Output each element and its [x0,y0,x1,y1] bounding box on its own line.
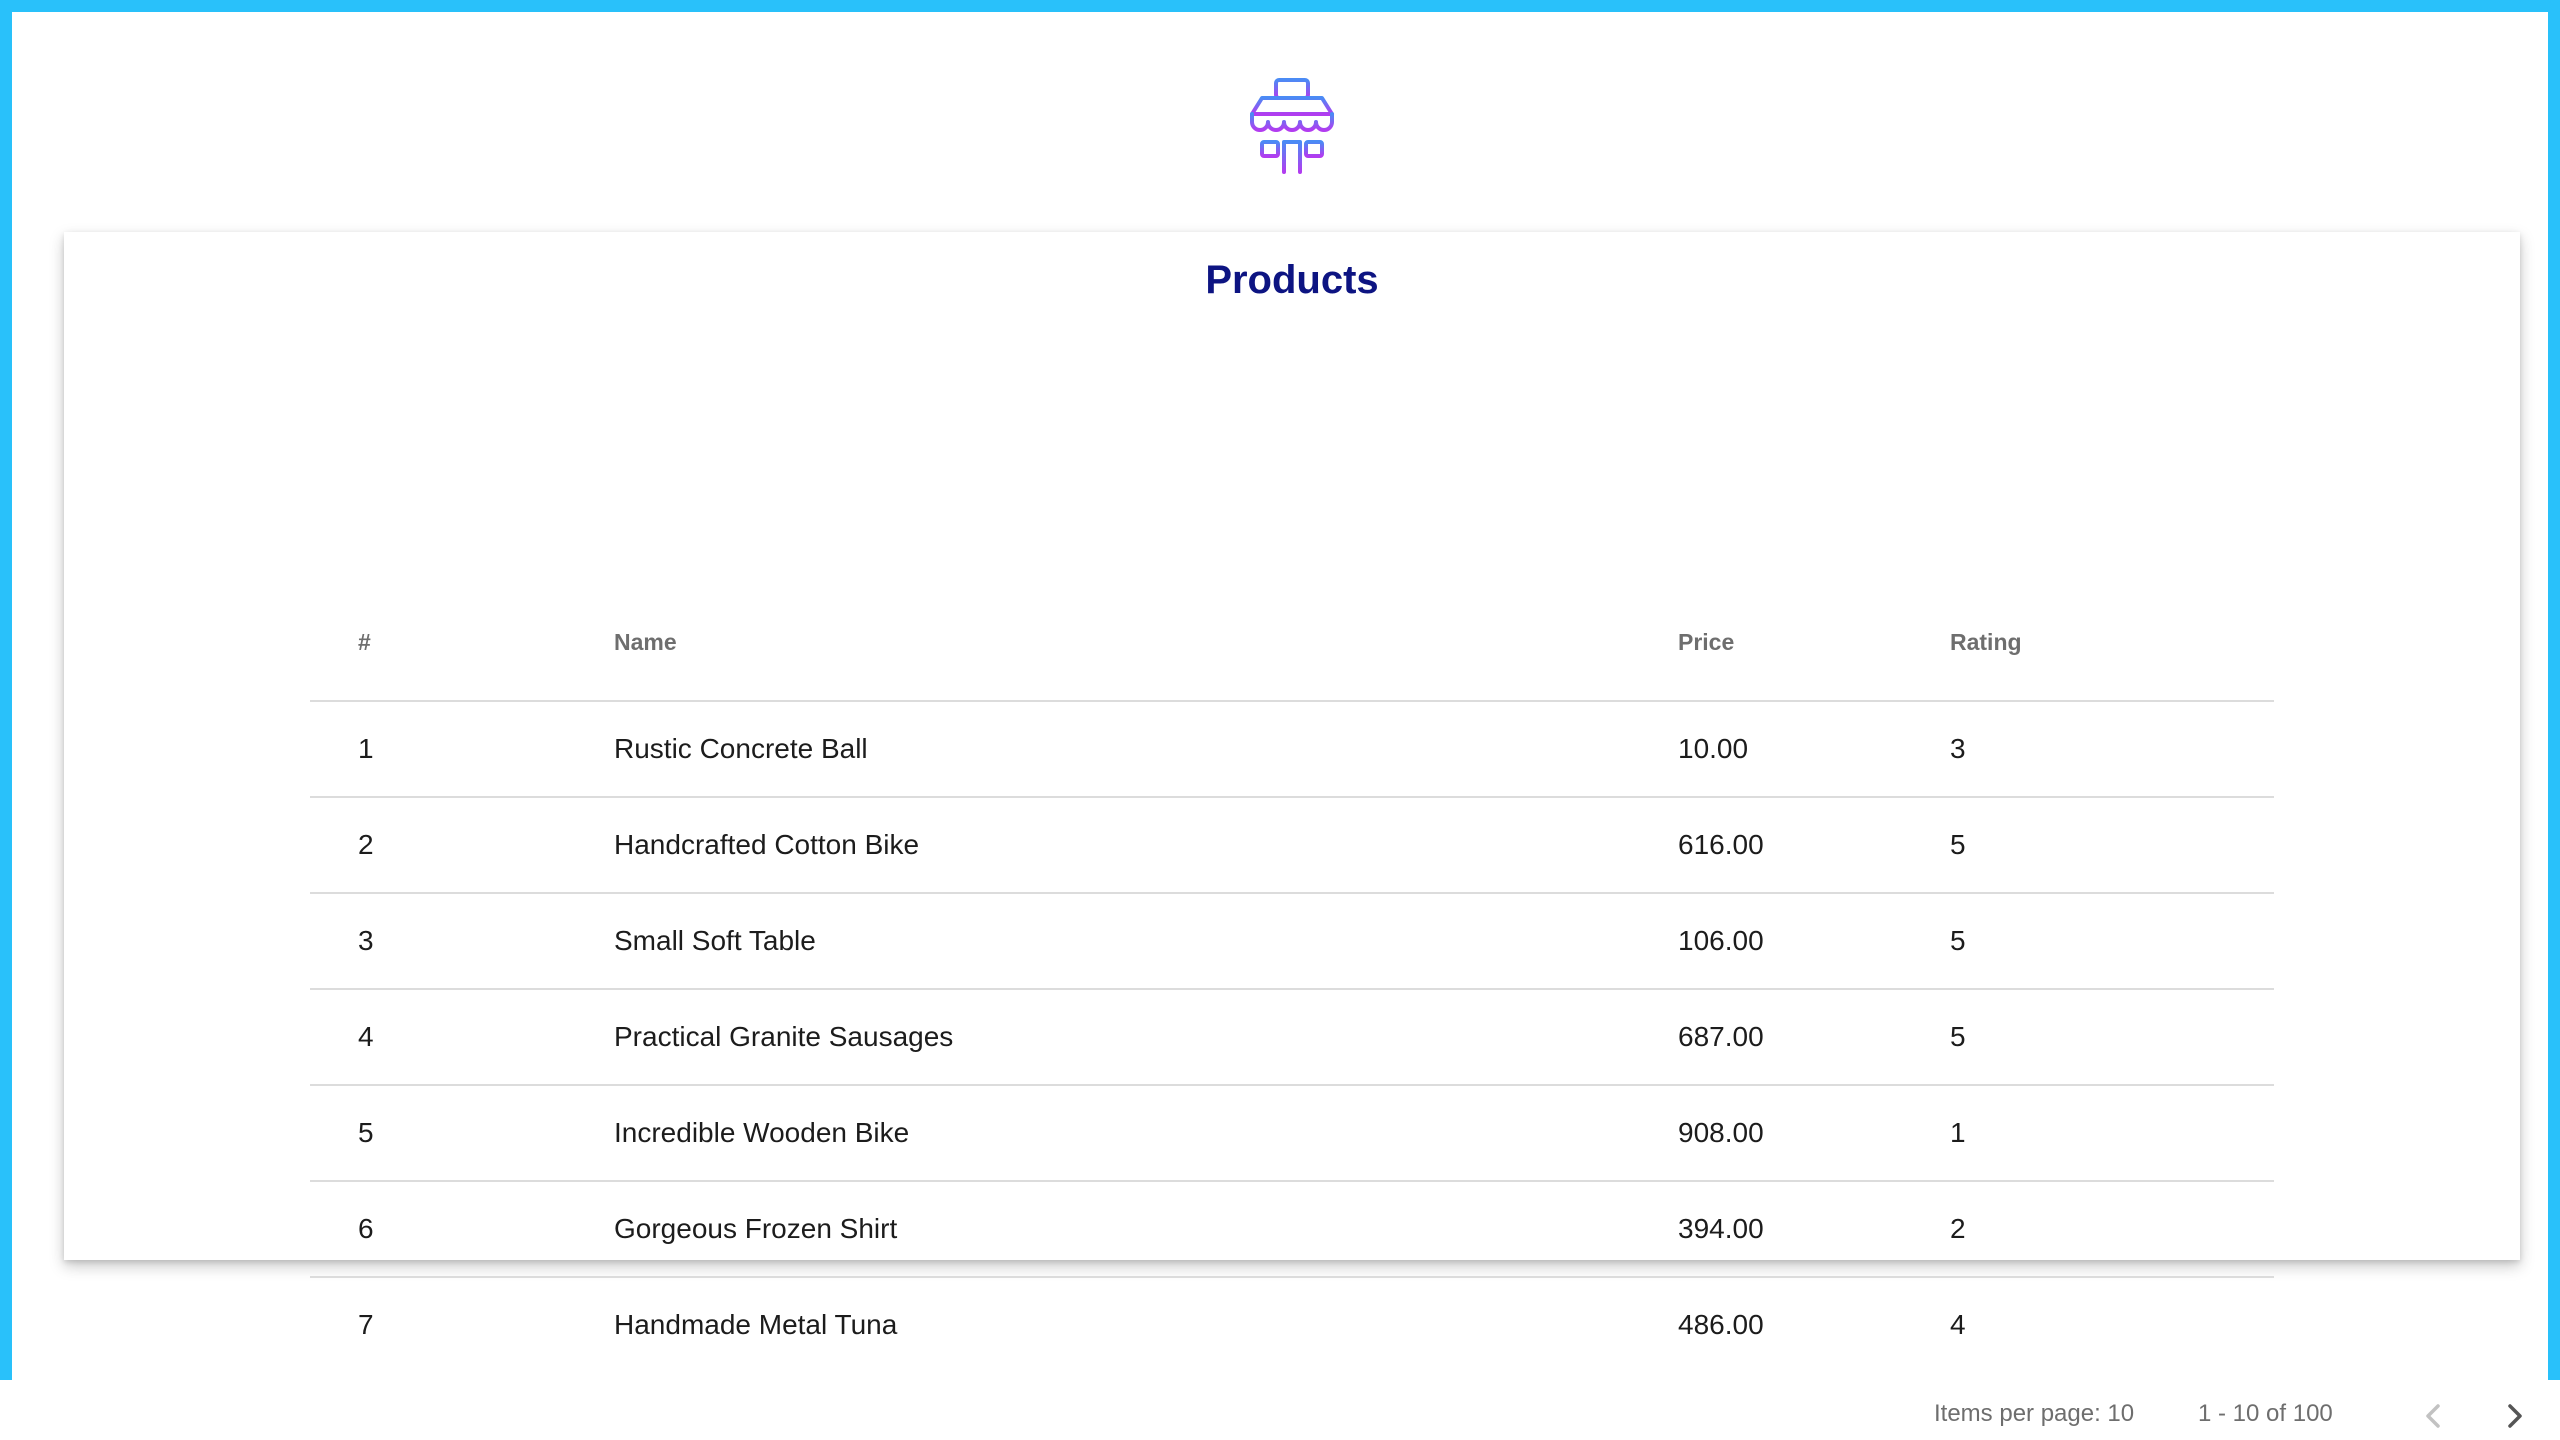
chevron-left-icon [2426,1404,2440,1428]
cell-price: 106.00 [1678,925,1764,956]
cell-name: Handcrafted Cotton Bike [614,829,920,860]
table-row[interactable]: 2 Handcrafted Cotton Bike 616.00 5 [310,798,2274,894]
cell-name: Handmade Metal Tuna [614,1309,898,1340]
cell-rating: 3 [1950,733,1966,764]
column-header-price[interactable]: Price [1678,629,1734,656]
table-row[interactable]: 6 Gorgeous Frozen Shirt 394.00 2 [310,1182,2274,1278]
previous-page-button[interactable] [2410,1392,2458,1440]
next-page-button[interactable] [2490,1392,2538,1440]
cell-name: Rustic Concrete Ball [614,733,868,764]
table-row[interactable]: 1 Rustic Concrete Ball 10.00 3 [310,702,2274,798]
page-range-label: 1 - 10 of 100 [2198,1400,2333,1427]
page-title: Products [1205,258,1379,302]
cell-rating: 2 [1950,1213,1966,1244]
cell-name: Small Soft Table [614,925,816,956]
cell-name: Incredible Wooden Bike [614,1117,910,1148]
cell-price: 908.00 [1678,1117,1764,1148]
table-row[interactable]: 3 Small Soft Table 106.00 5 [310,894,2274,990]
cell-price: 10.00 [1678,733,1749,764]
table-row[interactable]: 4 Practical Granite Sausages 687.00 5 [310,990,2274,1086]
cell-number: 5 [358,1117,374,1148]
cell-price: 486.00 [1678,1309,1764,1340]
products-table: # Name Price Rating 1 Rustic Concrete Ba… [310,544,2274,1372]
cell-price: 687.00 [1678,1021,1764,1052]
cell-number: 3 [358,925,374,956]
cell-number: 2 [358,829,374,860]
store-icon [1240,76,1344,180]
chevron-right-icon [2508,1404,2522,1428]
cell-number: 4 [358,1021,374,1052]
cell-rating: 5 [1950,1021,1966,1052]
cell-number: 6 [358,1213,374,1244]
cell-number: 1 [358,733,374,764]
column-header-number[interactable]: # [358,629,371,656]
cell-rating: 1 [1950,1117,1966,1148]
cell-name: Gorgeous Frozen Shirt [614,1213,898,1244]
table-header: # Name Price Rating [310,544,2274,702]
cell-name: Practical Granite Sausages [614,1021,954,1052]
table-row[interactable]: 5 Incredible Wooden Bike 908.00 1 [310,1086,2274,1182]
cell-rating: 5 [1950,829,1966,860]
cell-price: 394.00 [1678,1213,1764,1244]
column-header-name[interactable]: Name [614,629,677,656]
cell-number: 7 [358,1309,374,1340]
cell-rating: 4 [1950,1309,1966,1340]
products-card: Products # Name Price Rating 1 Rustic Co… [64,232,2522,1428]
table-row[interactable]: 7 Handmade Metal Tuna 486.00 4 [310,1278,2274,1372]
app-frame: Products # Name Price Rating 1 Rustic Co… [0,0,2560,1428]
cell-rating: 5 [1950,925,1966,956]
cell-price: 616.00 [1678,829,1764,860]
column-header-rating[interactable]: Rating [1950,629,2022,656]
items-per-page-select[interactable]: Items per page: 10 [1934,1400,2134,1428]
